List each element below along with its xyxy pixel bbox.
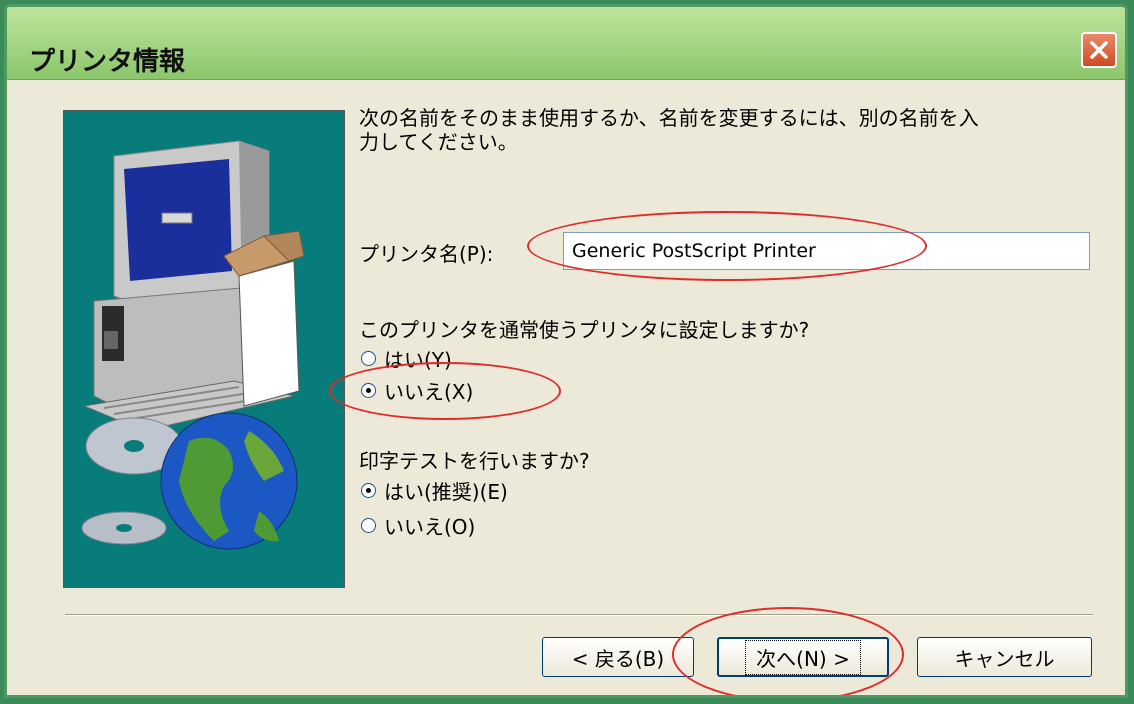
computer-globe-illustration [63,110,345,588]
button-divider [65,614,1093,616]
cancel-button-label: キャンセル [954,646,1055,671]
radio-label: いいえ(O) [384,514,476,539]
printer-info-dialog: プリンタ情報 次の名前をそのまま使用するか、名前を変更するには、別の名前を入 力… [4,4,1128,698]
radio-label: はい(Y) [384,347,452,372]
next-button-label: 次へ(N) > [745,639,861,675]
radio-label: はい(推奨)(E) [384,479,508,504]
back-button[interactable]: < 戻る(B) [542,637,694,677]
instruction-text: 次の名前をそのまま使用するか、名前を変更するには、別の名前を入 力してください。 [359,106,1079,154]
cancel-button[interactable]: キャンセル [917,637,1092,677]
close-button[interactable] [1081,32,1117,68]
back-button-label: < 戻る(B) [571,646,665,671]
test-page-question: 印字テストを行いますか? [359,449,590,473]
test-page-no-radio[interactable]: いいえ(O) [361,512,476,539]
next-button[interactable]: 次へ(N) > [717,637,889,677]
title-bar[interactable]: プリンタ情報 [7,7,1125,80]
radio-checked-icon [361,382,376,398]
default-printer-yes-radio[interactable]: はい(Y) [361,345,452,372]
printer-name-input[interactable] [563,232,1090,270]
radio-label: いいえ(X) [384,379,474,404]
default-printer-no-radio[interactable]: いいえ(X) [361,377,474,404]
window-title: プリンタ情報 [29,47,186,77]
close-icon [1090,41,1108,59]
printer-name-label: プリンタ名(P): [359,242,494,266]
radio-unchecked-icon [361,350,376,366]
radio-checked-icon [361,482,376,498]
test-page-yes-radio[interactable]: はい(推奨)(E) [361,477,508,504]
radio-unchecked-icon [361,517,376,533]
instruction-line-1: 次の名前をそのまま使用するか、名前を変更するには、別の名前を入 [359,106,979,130]
default-printer-question: このプリンタを通常使うプリンタに設定しますか? [359,318,810,342]
instruction-line-2: 力してください。 [359,130,518,154]
